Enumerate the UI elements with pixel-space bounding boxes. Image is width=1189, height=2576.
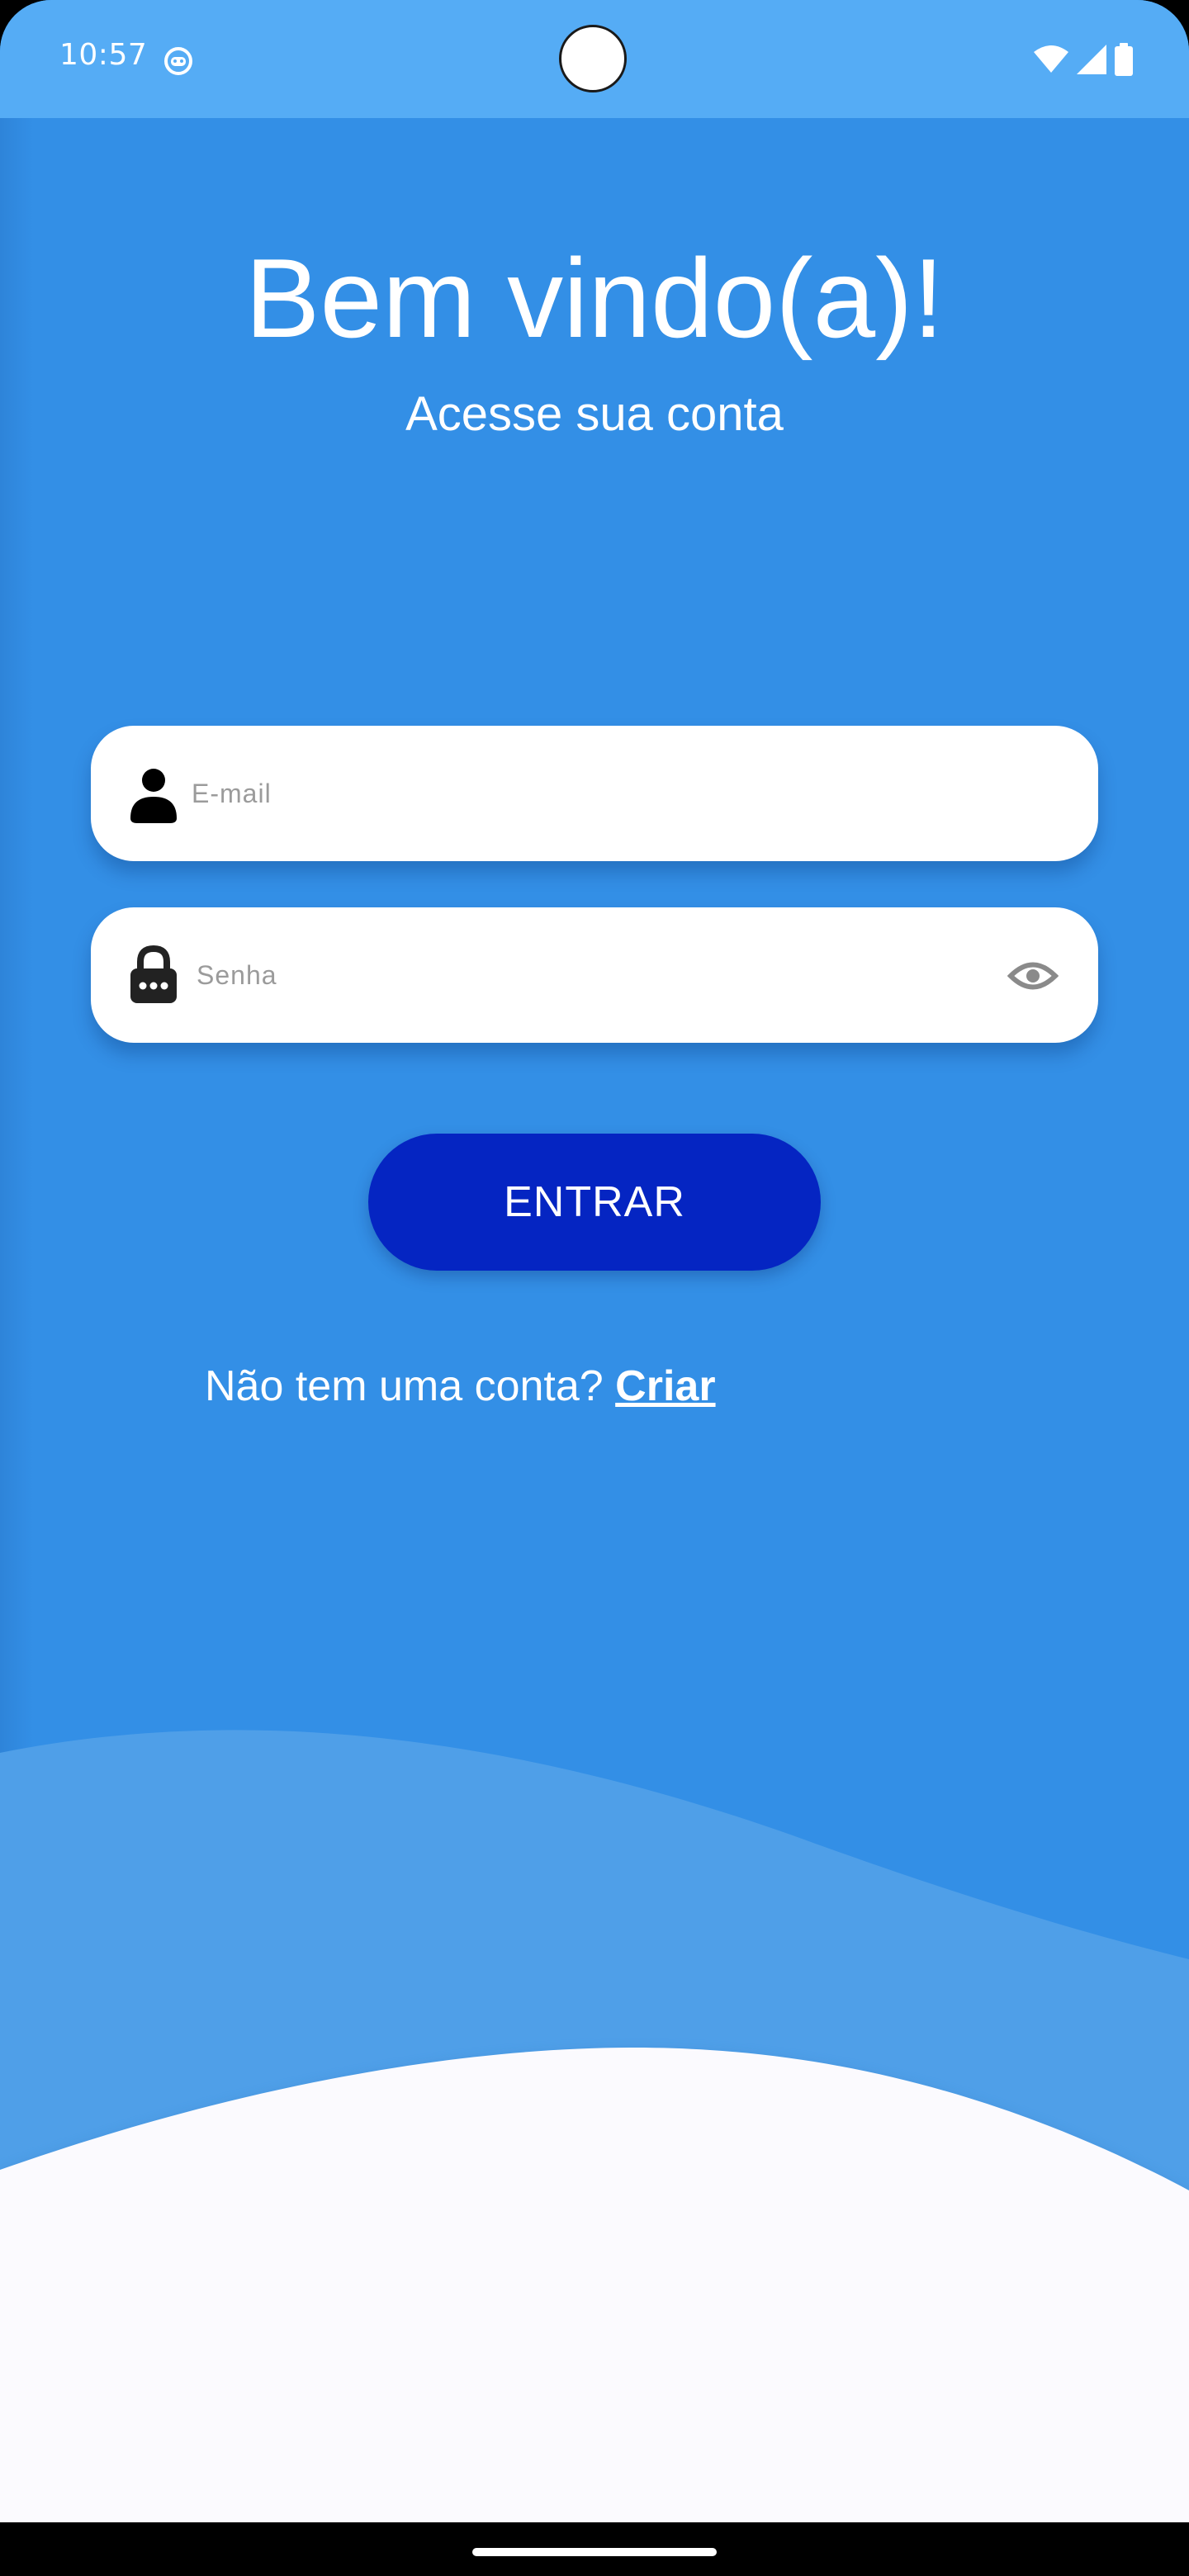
page-subtitle: Acesse sua conta bbox=[405, 387, 784, 441]
navigation-bar bbox=[0, 2522, 1189, 2576]
signup-prompt: Não tem uma conta? bbox=[205, 1362, 616, 1410]
phone-screen: 10:57 Bem vindo(a)! Acesse sua conta E-m… bbox=[0, 0, 1189, 2576]
password-input[interactable] bbox=[197, 907, 940, 1043]
email-input[interactable] bbox=[192, 726, 935, 861]
wave-white bbox=[0, 2047, 1189, 2522]
password-field[interactable] bbox=[91, 907, 1098, 1043]
wave-background bbox=[0, 1730, 1189, 2522]
status-time: 10:57 bbox=[59, 38, 148, 72]
signup-row: Não tem uma conta? Criar bbox=[205, 1361, 716, 1411]
lock-icon bbox=[130, 945, 177, 1003]
battery-icon bbox=[1115, 43, 1133, 76]
eye-icon[interactable] bbox=[1007, 950, 1059, 1002]
signal-icon bbox=[1077, 45, 1106, 74]
wifi-icon bbox=[1034, 45, 1068, 73]
front-camera bbox=[559, 25, 627, 92]
login-button[interactable]: ENTRAR bbox=[368, 1134, 821, 1271]
page-title: Bem vindo(a)! bbox=[244, 235, 945, 361]
email-field[interactable] bbox=[91, 726, 1098, 861]
status-indicators bbox=[1034, 41, 1133, 78]
android-debug-icon bbox=[164, 47, 192, 75]
home-indicator[interactable] bbox=[472, 2548, 717, 2556]
login-screen: Bem vindo(a)! Acesse sua conta E-mail EN… bbox=[0, 118, 1189, 2522]
signup-link[interactable]: Criar bbox=[615, 1362, 715, 1410]
person-icon bbox=[130, 769, 177, 823]
status-bar: 10:57 bbox=[0, 0, 1189, 118]
